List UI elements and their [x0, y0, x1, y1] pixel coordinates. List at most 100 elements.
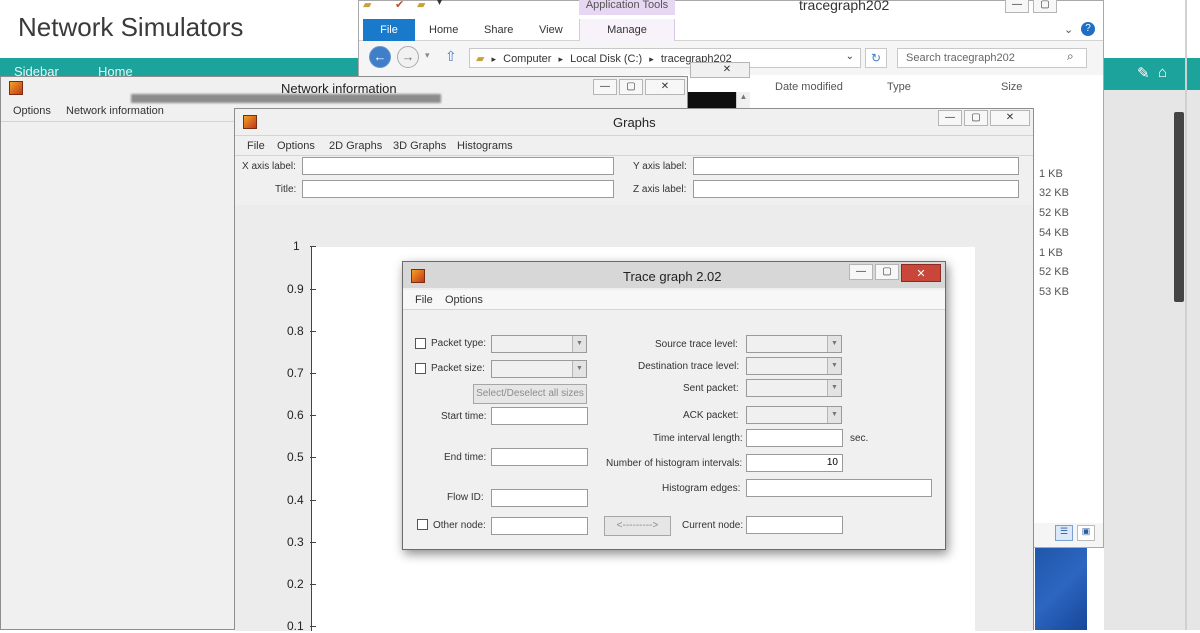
tab-file[interactable]: File — [363, 19, 415, 41]
details-view-icon[interactable]: ☰ — [1055, 525, 1073, 541]
folder-icon: ▰ — [363, 0, 372, 11]
file-size: 54 KB — [1039, 227, 1069, 239]
tab-home[interactable]: Home — [429, 24, 458, 36]
packet-type-checkbox[interactable] — [415, 338, 426, 349]
y-tick-label: 0.5 — [287, 450, 304, 464]
search-icon[interactable]: ⌕ — [1067, 49, 1074, 64]
x-axis-label-caption: X axis label: — [242, 161, 296, 172]
menu-options[interactable]: Options — [445, 294, 483, 306]
packet-type-label: Packet type: — [431, 338, 487, 349]
end-time-input[interactable] — [491, 448, 588, 466]
histogram-edges-input[interactable] — [746, 479, 932, 497]
address-dropdown-icon[interactable]: ⌄ — [846, 51, 854, 62]
y-tick-mark — [310, 373, 316, 374]
z-axis-label-caption: Z axis label: — [633, 184, 687, 195]
x-axis-label-input[interactable] — [302, 157, 614, 175]
large-icons-view-icon[interactable]: ▣ — [1077, 525, 1095, 541]
file-size: 1 KB — [1039, 168, 1063, 180]
sent-packet-select[interactable]: ▼ — [746, 379, 842, 397]
recent-locations-icon[interactable]: ▾ — [425, 50, 430, 61]
home-icon[interactable]: ⌂ — [1158, 64, 1167, 81]
divider — [1185, 0, 1187, 630]
packet-size-select[interactable]: ▼ — [491, 360, 587, 378]
y-tick-label: 0.7 — [287, 366, 304, 380]
current-node-input[interactable] — [746, 516, 843, 534]
explorer-minimize-button[interactable]: — — [1005, 0, 1029, 13]
y-tick-mark — [310, 584, 316, 585]
packet-size-label: Packet size: — [431, 363, 485, 374]
quick-access-dropdown-icon[interactable]: ▾ — [437, 0, 442, 8]
file-size: 1 KB — [1039, 247, 1063, 259]
start-time-input[interactable] — [491, 407, 588, 425]
pencil-icon[interactable]: ✎ — [1137, 64, 1150, 82]
y-tick-label: 0.9 — [287, 282, 304, 296]
netinfo-close-button[interactable]: ✕ — [645, 79, 685, 95]
select-deselect-all-sizes-button[interactable]: Select/Deselect all sizes — [473, 384, 587, 404]
menu-2d-graphs[interactable]: 2D Graphs — [329, 140, 382, 152]
destination-trace-level-select[interactable]: ▼ — [746, 357, 842, 375]
menu-file[interactable]: File — [415, 294, 433, 306]
blog-title[interactable]: Network Simulators — [18, 12, 243, 43]
packet-type-select[interactable]: ▼ — [491, 335, 587, 353]
node-navigation-button[interactable]: <---------> — [604, 516, 671, 536]
tab-share[interactable]: Share — [484, 24, 513, 36]
tab-view[interactable]: View — [539, 24, 563, 36]
stray-close-icon[interactable]: ✕ — [710, 63, 744, 79]
help-icon[interactable]: ? — [1081, 22, 1095, 36]
new-folder-icon[interactable]: ▰ — [417, 0, 425, 11]
other-node-input[interactable] — [491, 517, 588, 535]
explorer-maximize-button[interactable]: ▢ — [1033, 0, 1057, 13]
menu-options[interactable]: Options — [277, 140, 315, 152]
packet-size-checkbox[interactable] — [415, 363, 426, 374]
ack-packet-select[interactable]: ▼ — [746, 406, 842, 424]
y-tick-label: 0.1 — [287, 619, 304, 633]
netinfo-maximize-button[interactable]: ▢ — [619, 79, 643, 95]
current-node-label: Current node: — [682, 520, 744, 531]
dialog-close-button[interactable]: ✕ — [901, 264, 941, 282]
column-date-modified[interactable]: Date modified — [775, 81, 843, 93]
forward-arrow-icon[interactable]: → — [397, 46, 419, 68]
y-tick-mark — [310, 457, 316, 458]
end-time-label: End time: — [444, 452, 487, 463]
num-histogram-intervals-input[interactable]: 10 — [746, 454, 843, 472]
ribbon-expand-icon[interactable]: ⌄ — [1064, 23, 1073, 36]
flow-id-input[interactable] — [491, 489, 588, 507]
y-axis-label-input[interactable] — [693, 157, 1019, 175]
menu-network-information[interactable]: Network information — [66, 105, 164, 117]
refresh-icon[interactable]: ↻ — [865, 48, 887, 68]
title-input[interactable] — [302, 180, 614, 198]
netinfo-minimize-button[interactable]: — — [593, 79, 617, 95]
y-axis-label-caption: Y axis label: — [633, 161, 687, 172]
chevron-down-icon: ▼ — [827, 358, 841, 374]
tab-manage[interactable]: Manage — [579, 19, 675, 41]
graphs-maximize-button[interactable]: ▢ — [964, 110, 988, 126]
menu-histograms[interactable]: Histograms — [457, 140, 513, 152]
breadcrumb-local-disk[interactable]: Local Disk (C:) — [570, 53, 642, 65]
graphs-close-button[interactable]: ✕ — [990, 110, 1030, 126]
dialog-maximize-button[interactable]: ▢ — [875, 264, 899, 280]
time-interval-length-input[interactable] — [746, 429, 843, 447]
address-bar[interactable]: ▰ ▸ Computer ▸ Local Disk (C:) ▸ tracegr… — [469, 48, 861, 68]
up-arrow-icon[interactable]: ⇧ — [445, 48, 457, 65]
column-size[interactable]: Size — [1001, 81, 1022, 93]
source-trace-level-select[interactable]: ▼ — [746, 335, 842, 353]
z-axis-label-input[interactable] — [693, 180, 1019, 198]
menu-3d-graphs[interactable]: 3D Graphs — [393, 140, 446, 152]
title-caption: Title: — [275, 184, 297, 195]
properties-icon[interactable]: ✔ — [395, 0, 404, 11]
column-type[interactable]: Type — [887, 81, 911, 93]
flow-id-label: Flow ID: — [447, 492, 484, 503]
y-tick-label: 0.2 — [287, 577, 304, 591]
breadcrumb-computer[interactable]: Computer — [503, 53, 551, 65]
y-tick-mark — [310, 500, 316, 501]
search-input[interactable]: Search tracegraph202 — [897, 48, 1087, 68]
dialog-minimize-button[interactable]: — — [849, 264, 873, 280]
menu-file[interactable]: File — [247, 140, 265, 152]
y-tick-mark — [310, 415, 316, 416]
back-arrow-icon[interactable]: ← — [369, 46, 391, 68]
blurred-text — [131, 94, 441, 103]
page-scrollbar-thumb[interactable] — [1174, 112, 1184, 302]
graphs-minimize-button[interactable]: — — [938, 110, 962, 126]
other-node-checkbox[interactable] — [417, 519, 428, 530]
menu-options[interactable]: Options — [13, 105, 51, 117]
